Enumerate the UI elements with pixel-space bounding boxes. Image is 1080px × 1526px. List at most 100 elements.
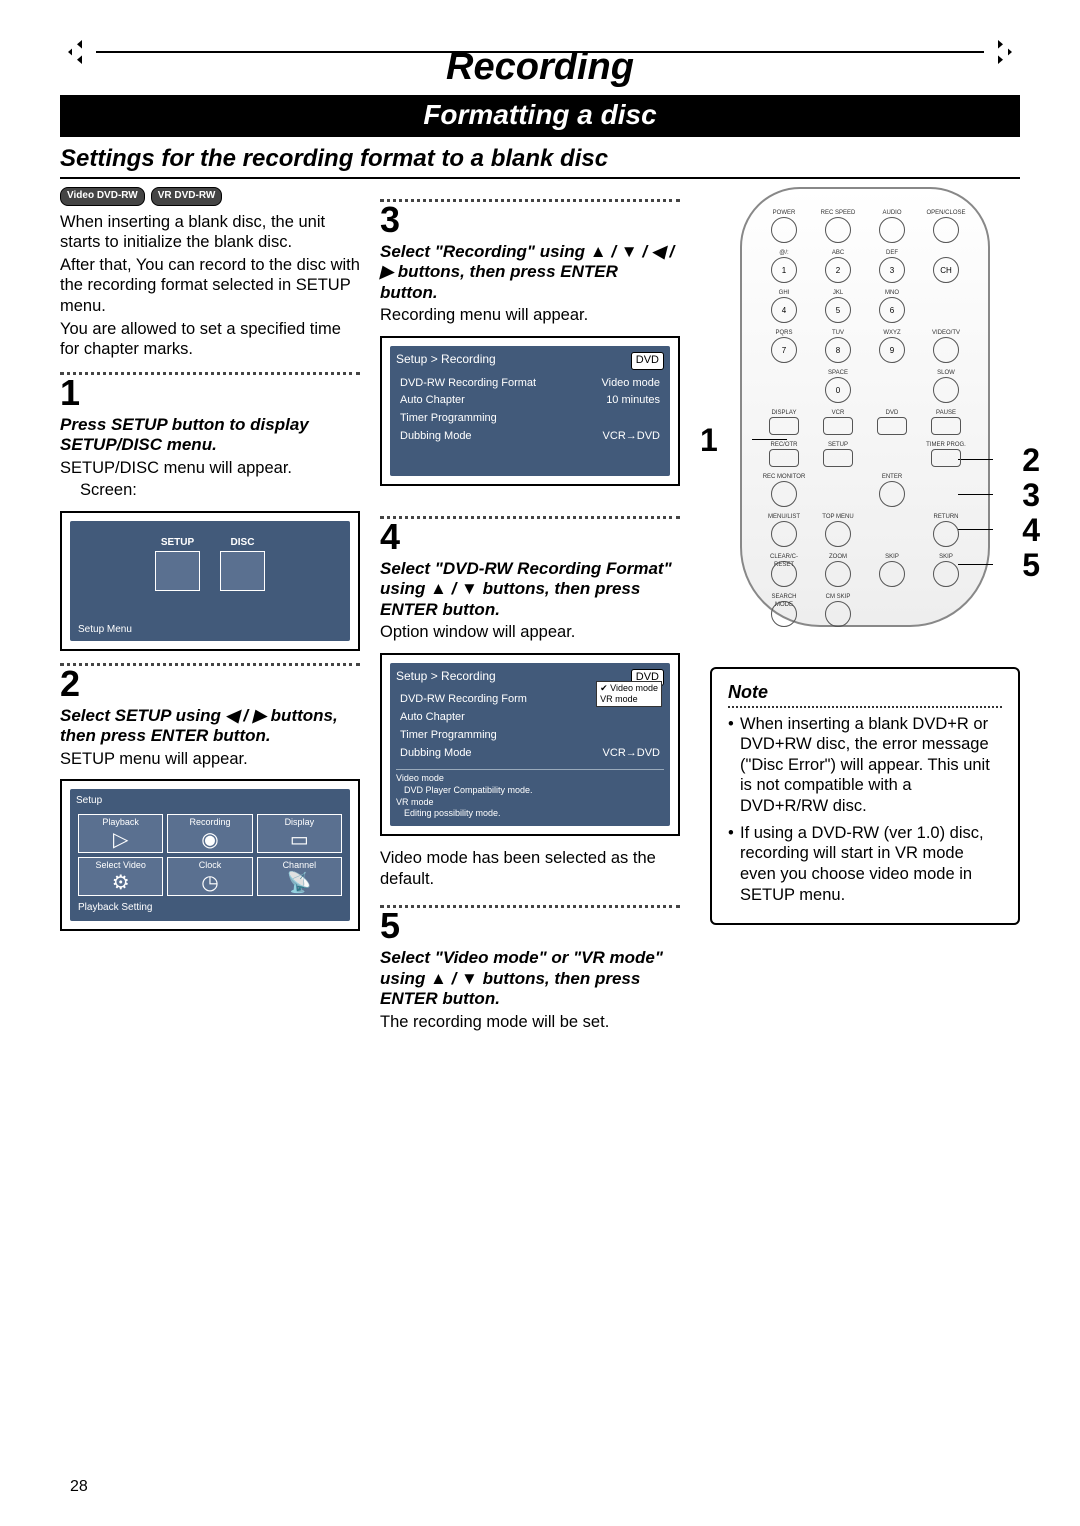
remote-button <box>769 417 799 435</box>
row-k: DVD-RW Recording Format <box>398 376 579 392</box>
callout-2: 2 <box>1022 442 1040 479</box>
column-right: 1 2 3 4 5 POWERREC SPEEDAUDIOOPEN/CLOSE@… <box>700 187 1020 1032</box>
remote-button: 0 <box>825 377 851 403</box>
remote-label: ENTER <box>870 473 914 481</box>
badge-video: Video DVD-RW <box>60 187 145 206</box>
remote-label: VIDEO/TV <box>924 329 968 337</box>
note-box: Note When inserting a blank DVD+R or DVD… <box>710 667 1020 925</box>
remote-label: ZOOM <box>816 553 860 561</box>
remote-button <box>933 521 959 547</box>
remote-button <box>825 601 851 627</box>
remote-label: CLEAR/C-RESET <box>762 553 806 561</box>
remote-label: WXYZ <box>870 329 914 337</box>
step4-number: 4 <box>380 519 680 555</box>
step2-number: 2 <box>60 666 360 702</box>
row-v: Video mode <box>581 376 662 392</box>
remote-label <box>924 249 968 257</box>
column-middle: 3 Select "Recording" using ▲ / ▼ / ◀ / ▶… <box>380 187 680 1032</box>
remote-button <box>933 337 959 363</box>
remote-button: 3 <box>879 257 905 283</box>
disc-icon-label: DISC <box>220 537 265 550</box>
main-title: Recording <box>60 42 1020 95</box>
grid-recording: Recording <box>189 817 230 827</box>
remote-label: SLOW <box>924 369 968 377</box>
remote-label: CM SKIP <box>816 593 860 601</box>
remote-button <box>933 377 959 403</box>
dvd-badge: DVD <box>631 352 664 370</box>
remote-button: 2 <box>825 257 851 283</box>
remote-button <box>933 561 959 587</box>
popup-opt2: VR mode <box>600 694 658 705</box>
step3-head: Select "Recording" using ▲ / ▼ / ◀ / ▶ b… <box>380 242 680 303</box>
row-k: Timer Programming <box>398 411 579 427</box>
callout-3: 3 <box>1022 477 1040 514</box>
remote-label: PAUSE <box>924 409 968 417</box>
step2-screen: Setup Playback▷ Recording◉ Display▭ Sele… <box>60 779 360 931</box>
remote-button <box>879 481 905 507</box>
step3-body: Recording menu will appear. <box>380 305 680 326</box>
intro-p1: When inserting a blank disc, the unit st… <box>60 212 360 253</box>
remote-button <box>823 449 853 467</box>
remote-label: POWER <box>762 209 806 217</box>
step5-number: 5 <box>380 908 680 944</box>
step1-body: SETUP/DISC menu will appear. <box>60 458 360 479</box>
remote-label: SKIP <box>924 553 968 561</box>
step4-body: Option window will appear. <box>380 622 680 643</box>
remote-label: RETURN <box>924 513 968 521</box>
row-k: Timer Programming <box>398 728 576 744</box>
grid-clock: Clock <box>199 860 222 870</box>
remote-label: TIMER PROG. <box>924 441 968 449</box>
intro-p3: You are allowed to set a specified time … <box>60 319 360 360</box>
remote-button <box>771 481 797 507</box>
remote-control-illustration: POWERREC SPEEDAUDIOOPEN/CLOSE@/:1ABC2DEF… <box>740 187 990 627</box>
remote-button <box>931 417 961 435</box>
desc-line: DVD Player Compatibility mode. <box>396 785 664 797</box>
remote-button <box>769 449 799 467</box>
desc-line: VR mode <box>396 797 664 809</box>
remote-button: CH <box>933 257 959 283</box>
remote-label: JKL <box>816 289 860 297</box>
remote-label: REC/OTR <box>762 441 806 449</box>
step3-number: 3 <box>380 202 680 238</box>
intro-p2: After that, You can record to the disc w… <box>60 255 360 317</box>
row-k: DVD-RW Recording Form <box>398 692 576 708</box>
remote-label: @/: <box>762 249 806 257</box>
step4-head: Select "DVD-RW Recording Format" using ▲… <box>380 559 680 620</box>
step3-screen: Setup > Recording DVD DVD-RW Recording F… <box>380 336 680 486</box>
remote-label: REC SPEED <box>816 209 860 217</box>
remote-label: VCR <box>816 409 860 417</box>
callout-1: 1 <box>700 422 718 459</box>
callout-4: 4 <box>1022 512 1040 549</box>
option-popup: ✔ Video mode VR mode <box>596 681 662 708</box>
popup-opt1: ✔ Video mode <box>600 683 658 694</box>
step1-head: Press SETUP button to display SETUP/DISC… <box>60 415 360 456</box>
remote-button <box>825 561 851 587</box>
remote-label: DISPLAY <box>762 409 806 417</box>
remote-button <box>771 521 797 547</box>
step1-screen-label: Screen: <box>80 480 360 501</box>
desc-line: Video mode <box>396 773 664 785</box>
row-k: Dubbing Mode <box>398 429 579 445</box>
note-title: Note <box>728 681 1002 704</box>
grid-channel: Channel <box>283 860 317 870</box>
remote-button: 9 <box>879 337 905 363</box>
remote-button <box>771 217 797 243</box>
note-item: If using a DVD-RW (ver 1.0) disc, record… <box>728 823 1002 906</box>
step2-head: Select SETUP using ◀ / ▶ buttons, then p… <box>60 706 360 747</box>
step1-screen: SETUP DISC Setup Menu <box>60 511 360 651</box>
remote-label: PQRS <box>762 329 806 337</box>
remote-label: ABC <box>816 249 860 257</box>
page-number: 28 <box>70 1478 88 1496</box>
step4-screen-title: Setup > Recording <box>396 669 496 687</box>
remote-label: GHI <box>762 289 806 297</box>
remote-button <box>879 561 905 587</box>
callout-5: 5 <box>1022 547 1040 584</box>
row-v <box>581 411 662 427</box>
row-k: Auto Chapter <box>398 393 579 409</box>
grid-select-video: Select Video <box>95 860 145 870</box>
step2-body: SETUP menu will appear. <box>60 749 360 770</box>
column-left: Video DVD-RW VR DVD-RW When inserting a … <box>60 187 360 1032</box>
row-k: Dubbing Mode <box>398 746 576 762</box>
step1-caption: Setup Menu <box>74 622 136 639</box>
setup-icon-label: SETUP <box>155 537 200 550</box>
